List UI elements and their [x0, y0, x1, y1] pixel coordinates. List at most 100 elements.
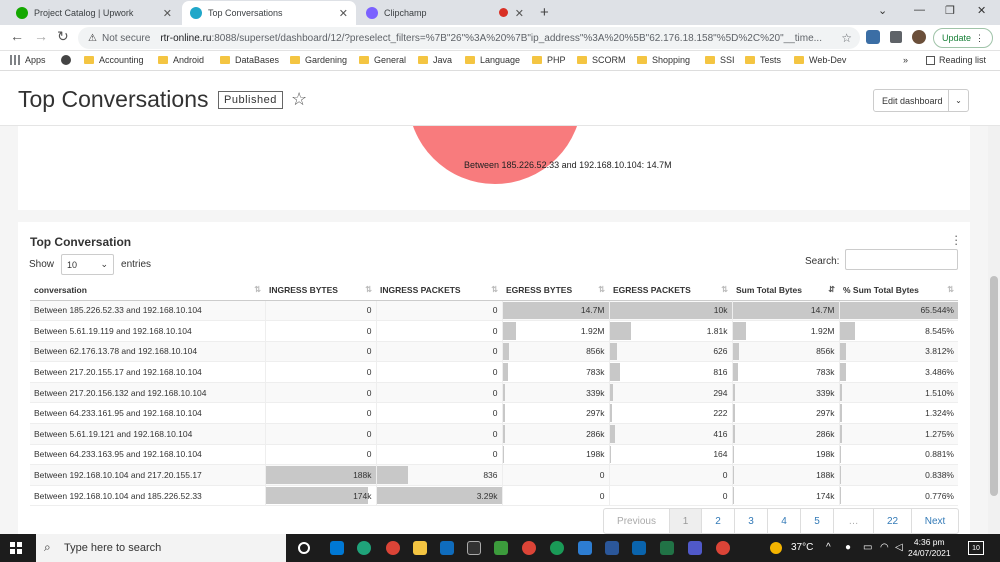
notification-icon[interactable]: 10 [968, 541, 984, 555]
page-2-button[interactable]: 2 [702, 509, 735, 533]
cell-value: 0 [492, 346, 498, 357]
excel-icon[interactable] [660, 541, 674, 555]
scrollbar-thumb[interactable] [990, 276, 998, 496]
page-1-button[interactable]: 1 [670, 509, 702, 533]
close-tab-icon[interactable]: ✕ [515, 7, 524, 20]
previous-page-button[interactable]: Previous [604, 509, 670, 533]
bookmark-databases[interactable]: DataBases [220, 55, 279, 65]
chrome-icon[interactable] [716, 541, 730, 555]
minimize-icon[interactable]: — [914, 4, 925, 16]
page-22-button[interactable]: 22 [874, 509, 912, 533]
pie-chart-card: Between 185.226.52.33 and 192.168.10.104… [18, 126, 970, 210]
chart-title: Top Conversation [30, 235, 132, 249]
metric-cell: 1.81k [608, 320, 732, 342]
bookmark-general[interactable]: General [359, 55, 406, 65]
status-badge[interactable]: Published [218, 91, 283, 109]
tab-clipchamp[interactable]: Clipchamp ✕ [358, 1, 532, 25]
reading-list[interactable]: Reading list [926, 55, 986, 65]
column-header[interactable]: conversation ⇅ [30, 280, 265, 301]
mail-icon[interactable] [440, 541, 454, 555]
bookmark-android[interactable]: Android [158, 55, 204, 65]
pie-slice[interactable] [408, 126, 582, 184]
page-4-button[interactable]: 4 [768, 509, 801, 533]
bookmark-gardening[interactable]: Gardening [290, 55, 347, 65]
close-window-icon[interactable]: ✕ [977, 4, 986, 17]
entries-select[interactable]: 10 ⌄ [61, 254, 115, 275]
bookmark-web-dev[interactable]: Web-Dev [794, 55, 846, 65]
cell-bar [502, 363, 509, 381]
bookmark-scorm[interactable]: SCORM [577, 55, 626, 65]
more-bookmarks-icon[interactable]: » [903, 55, 908, 65]
tab-upwork[interactable]: Project Catalog | Upwork ✕ [8, 1, 180, 25]
outlook-icon[interactable] [632, 541, 646, 555]
page-3-button[interactable]: 3 [735, 509, 768, 533]
bookmark-tests[interactable]: Tests [745, 55, 781, 65]
bookmark-apps[interactable]: Apps [10, 55, 46, 65]
store-icon[interactable] [330, 541, 344, 555]
battery-icon[interactable]: ▭ [863, 542, 872, 553]
chrome-dev-icon[interactable] [550, 541, 564, 555]
cell-value: 856k [816, 346, 835, 357]
taskbar-search-input[interactable]: ⌕ Type here to search [36, 534, 286, 562]
new-tab-icon[interactable]: + [540, 4, 549, 21]
back-icon[interactable]: ← [10, 28, 24, 44]
avatar[interactable] [912, 30, 926, 44]
bookmark-php[interactable]: PHP [532, 55, 566, 65]
cell-bar [839, 342, 847, 361]
maximize-icon[interactable]: ❐ [945, 4, 955, 17]
column-header[interactable]: EGRESS PACKETS ⇅ [609, 280, 732, 301]
bookmark-ssi[interactable]: SSI [705, 55, 735, 65]
tray-chevron-icon[interactable]: ^ [826, 542, 831, 553]
taskbar-search-placeholder: Type here to search [64, 542, 162, 554]
chrome-icon[interactable] [386, 541, 400, 555]
forward-icon[interactable]: → [34, 28, 48, 44]
bookmark-java[interactable]: Java [418, 55, 452, 65]
tab-top-conversations[interactable]: Top Conversations ✕ [182, 1, 356, 25]
url-bar[interactable]: ⚠ Not secure rtr-online.ru :8088/superse… [78, 27, 860, 49]
not-secure-label: Not secure [101, 32, 151, 44]
metric-cell: 0 [264, 444, 376, 466]
bookmark-star-icon[interactable]: ☆ [841, 31, 852, 45]
next-page-button[interactable]: Next [912, 509, 958, 533]
reload-icon[interactable]: ↻ [57, 28, 69, 45]
bookmark-language[interactable]: Language [465, 55, 520, 65]
metric-cell: 198k [501, 444, 609, 466]
chevron-down-icon[interactable]: ⌄ [949, 96, 968, 105]
column-header[interactable]: INGRESS BYTES ⇅ [265, 280, 376, 301]
puzzle-icon[interactable] [890, 31, 902, 43]
bookmark-accounting[interactable]: Accounting [84, 55, 144, 65]
column-header[interactable]: EGRESS BYTES ⇅ [502, 280, 609, 301]
file-explorer-icon[interactable] [413, 541, 427, 555]
weather-icon[interactable] [770, 542, 782, 554]
page-scrollbar[interactable] [988, 126, 1000, 536]
microphone-icon[interactable]: ● [845, 542, 851, 553]
windows-start-icon[interactable] [10, 542, 22, 554]
globe-bookmark[interactable] [61, 55, 71, 65]
column-header[interactable]: INGRESS PACKETS ⇅ [376, 280, 502, 301]
edge-icon[interactable] [357, 541, 371, 555]
edit-dashboard-button[interactable]: Edit dashboard ⌄ [873, 89, 969, 112]
notepad-icon[interactable] [494, 541, 508, 555]
volume-icon[interactable]: ◁ [895, 542, 903, 553]
task-view-icon[interactable] [298, 542, 310, 554]
wifi-icon[interactable]: ◠ [880, 542, 889, 553]
close-tab-icon[interactable]: ✕ [163, 7, 172, 20]
teams-icon[interactable] [688, 541, 702, 555]
column-header[interactable]: Sum Total Bytes ⇵ [732, 280, 839, 301]
taskbar-clock[interactable]: 4:36 pm 24/07/2021 [908, 537, 951, 559]
favorite-star-icon[interactable]: ☆ [291, 89, 307, 110]
chart-menu-icon[interactable]: · · · [954, 229, 958, 250]
bookmark-shopping[interactable]: Shopping [637, 55, 690, 65]
chrome-icon[interactable] [522, 541, 536, 555]
tab-search-icon[interactable]: ⌄ [878, 4, 887, 17]
update-button[interactable]: Update ⋮ [933, 28, 993, 48]
word-icon[interactable] [605, 541, 619, 555]
page-5-button[interactable]: 5 [801, 509, 834, 533]
column-header[interactable]: % Sum Total Bytes ⇅ [839, 280, 958, 301]
terminal-icon[interactable] [467, 541, 481, 555]
close-tab-icon[interactable]: ✕ [339, 7, 348, 20]
extension-icon[interactable] [866, 30, 880, 44]
search-input[interactable] [845, 249, 958, 270]
photos-icon[interactable] [578, 541, 592, 555]
weather-temp[interactable]: 37°C [791, 542, 813, 553]
